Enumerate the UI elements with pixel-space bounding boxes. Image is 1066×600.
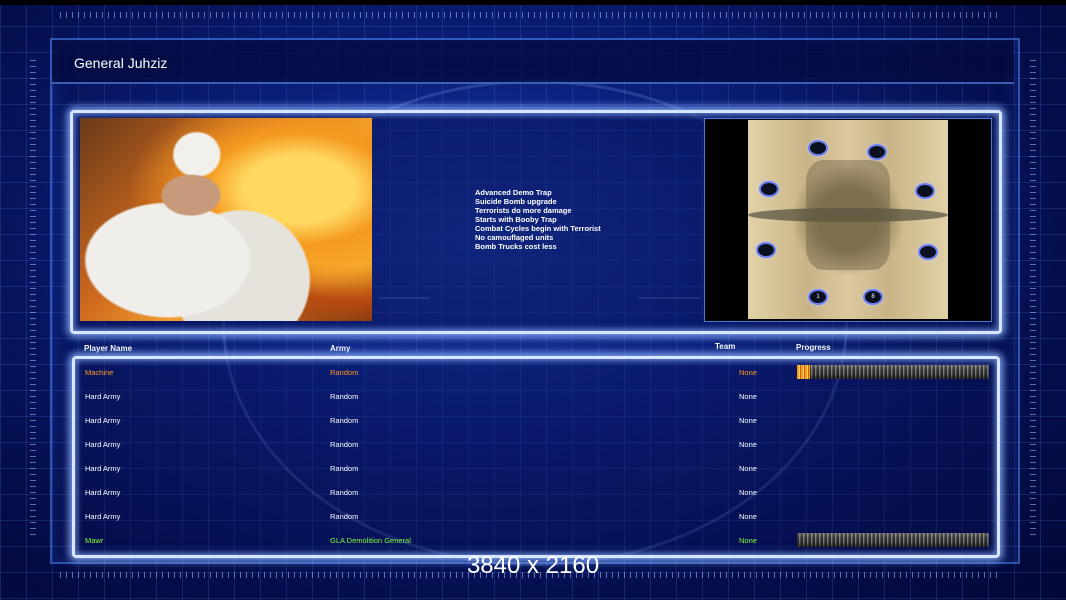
player-army: Random [330,392,359,401]
player-team: None [739,488,757,497]
perk-item: Terrorists do more damage [475,206,572,215]
perk-item: Advanced Demo Trap [475,188,552,197]
map-preview [748,120,948,319]
player-name: Hard Army [85,488,121,497]
map-start-position [808,140,828,156]
players-panel [72,356,1000,558]
player-row: Hard Army Random None [0,415,1066,427]
map-start-position [756,242,776,258]
perk-item: Bomb Trucks cost less [475,242,557,251]
player-name: Mawr [85,536,104,545]
player-name: Hard Army [85,416,121,425]
player-name: Hard Army [85,392,121,401]
map-start-position: 8 [863,289,883,305]
map-start-position [867,144,887,160]
player-army: GLA Demolition General [330,536,411,545]
load-progress-bar [797,533,989,547]
player-name: Hard Army [85,512,121,521]
player-row: Hard Army Random None [0,391,1066,403]
title-bar [52,40,1014,84]
player-army: Random [330,512,359,521]
player-name: Hard Army [85,464,121,473]
player-team: None [739,512,757,521]
player-team: None [739,440,757,449]
player-row: Hard Army Random None [0,463,1066,475]
system-top-bar [0,0,1066,5]
player-army: Random [330,464,359,473]
resolution-caption: 3840 x 2160 [466,552,600,579]
player-row: Hard Army Random None [0,511,1066,523]
map-start-position: 1 [808,289,828,305]
player-row: Hard Army Random None [0,439,1066,451]
general-portrait [80,118,372,321]
player-army: Random [330,440,359,449]
column-header-progress: Progress [796,343,831,352]
column-header-army: Army [330,344,351,353]
player-name: Machine [85,368,114,377]
player-team: None [739,536,757,545]
load-progress-bar [797,365,989,379]
general-title: General Juhziz [74,55,168,71]
perk-item: No camouflaged units [475,233,554,242]
map-start-position [915,183,935,199]
perk-item: Suicide Bomb upgrade [475,197,557,206]
ruler-top [60,12,1000,18]
map-start-position [759,181,779,197]
player-army: Random [330,416,359,425]
player-team: None [739,416,757,425]
player-team: None [739,392,757,401]
perk-item: Combat Cycles begin with Terrorist [475,224,601,233]
player-team: None [739,464,757,473]
perk-item: Starts with Booby Trap [475,215,557,224]
player-army: Random [330,368,359,377]
column-header-team: Team [715,342,736,351]
column-header-player-name: Player Name [84,344,133,353]
player-army: Random [330,488,359,497]
load-progress-fill [797,365,811,379]
general-perks-list: Advanced Demo Trap Suicide Bomb upgrade … [475,188,601,251]
map-start-position [918,244,938,260]
player-team: None [739,368,757,377]
player-name: Hard Army [85,440,121,449]
player-row: Hard Army Random None [0,487,1066,499]
